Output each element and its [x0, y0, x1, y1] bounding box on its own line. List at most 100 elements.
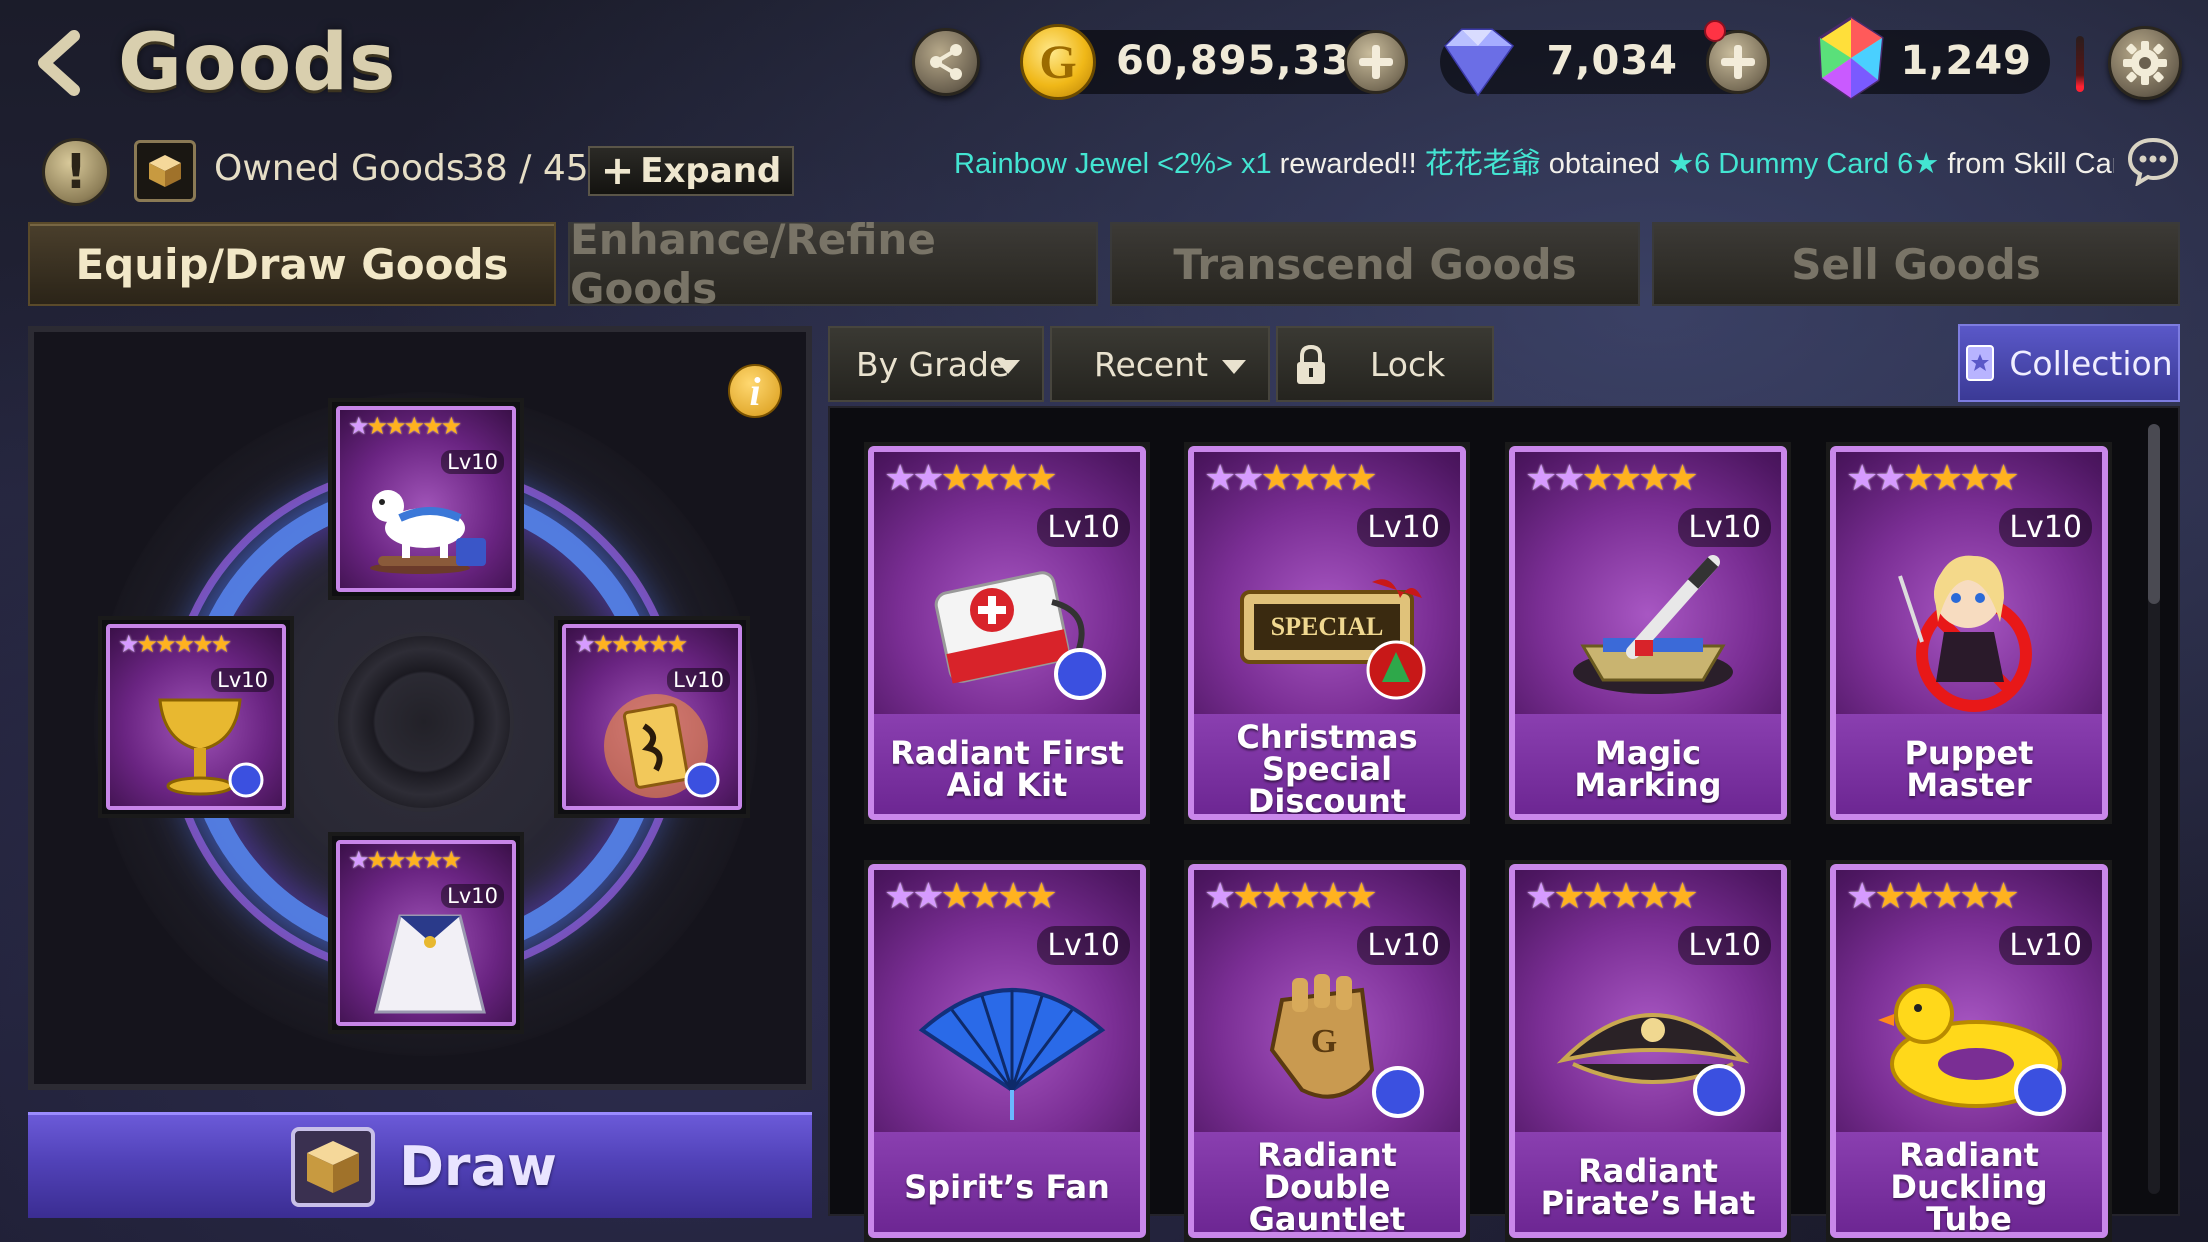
rainbow-jewel-icon — [1818, 16, 1884, 100]
settings-button[interactable] — [2108, 26, 2182, 100]
plus-icon: + — [600, 148, 635, 194]
draw-button[interactable]: Draw — [28, 1112, 812, 1218]
lock-button[interactable]: Lock — [1276, 326, 1494, 402]
ticker-reward: Rainbow Jewel <2%> x1 — [954, 148, 1272, 180]
lock-label: Lock — [1370, 344, 1446, 384]
rainbow-jewel-currency: 1,249 — [1818, 16, 2050, 100]
special-ticket-icon: SPECIAL — [1240, 579, 1426, 700]
star-rating: ★★★★★★ — [574, 630, 688, 658]
pirate-hat-icon — [1556, 1013, 1750, 1116]
star-rating: ★★★★★★ — [1204, 458, 1378, 499]
goods-name: Magic Marking — [1515, 714, 1781, 814]
gauntlet-icon: G — [1269, 974, 1424, 1118]
grade-filter-dropdown[interactable]: By Grade — [828, 326, 1044, 402]
gold-amount: 60,895,332 — [1116, 38, 1380, 84]
add-gold-button[interactable] — [1344, 30, 1408, 94]
goods-card[interactable]: ★★★★★★ Lv10 Puppet Master — [1826, 442, 2112, 824]
star-rating: ★★★★★★ — [1846, 876, 2020, 917]
equip-slot-top[interactable]: ★★★★★★ Lv10 — [328, 398, 524, 600]
chat-bubble-icon[interactable] — [2126, 136, 2180, 186]
tab-enhance-refine-goods[interactable]: Enhance/Refine Goods — [568, 215, 1098, 313]
recent-sort-label: Recent — [1094, 344, 1209, 384]
goods-name: Radiant Duckling Tube — [1836, 1132, 2102, 1232]
puppet-doll-icon — [1898, 555, 2032, 712]
talisman-scroll-icon — [604, 694, 720, 798]
recent-sort-dropdown[interactable]: Recent — [1050, 326, 1270, 402]
tab-transcend-goods[interactable]: Transcend Goods — [1110, 222, 1640, 306]
notification-dot — [1704, 20, 1726, 42]
share-button[interactable] — [912, 28, 980, 96]
equipped-goods-panel: i ★★★★★★ Lv10 ★★★★★★ Lv10 ★★★★★★ Lv10 ★★… — [28, 326, 812, 1090]
star-rating: ★★★★★★ — [118, 630, 232, 658]
ticker-text: obtained — [1540, 148, 1669, 180]
rainbow-jewel-amount: 1,249 — [1900, 38, 2032, 84]
goods-name: Radiant Double Gauntlet — [1194, 1132, 1460, 1232]
info-button[interactable]: i — [728, 364, 782, 418]
goods-name: Puppet Master — [1836, 714, 2102, 814]
expand-label: Expand — [640, 151, 782, 191]
gold-currency: G 60,895,332 — [1020, 24, 1408, 100]
goods-name: Christmas Special Discount — [1194, 714, 1460, 814]
share-icon — [930, 44, 962, 80]
collection-book-icon — [1966, 345, 1995, 381]
lock-icon — [1297, 344, 1325, 384]
ticker-player: 花花老爺 — [1424, 148, 1541, 180]
gem-currency: 7,034 — [1440, 20, 1770, 97]
goods-card[interactable]: ★★★★★★ Lv10 SPECIAL Christmas Special Di… — [1184, 442, 1470, 824]
tab-equip-draw-goods[interactable]: Equip/Draw Goods — [28, 222, 556, 306]
collection-label: Collection — [2009, 343, 2173, 383]
alert-indicator — [2076, 36, 2084, 92]
star-rating: ★★★★★★ — [1525, 458, 1699, 499]
owned-goods-label: Owned Goods — [214, 148, 465, 189]
announcement-ticker: Rainbow Jewel <2%> x1 rewarded!! 花花老爺 ob… — [954, 140, 2114, 182]
grade-filter-label: By Grade — [856, 344, 1010, 384]
scroll-thumb[interactable] — [2148, 424, 2160, 604]
white-cape-icon — [374, 914, 486, 1014]
page-title: Goods — [118, 18, 397, 108]
star-rating: ★★★★★★ — [884, 876, 1058, 917]
goods-card[interactable]: ★★★★★★ Lv10 Magic Marking — [1505, 442, 1791, 824]
expand-button[interactable]: + Expand — [588, 146, 794, 196]
magic-ring-marker-icon — [1573, 555, 1733, 694]
svg-text:G: G — [1311, 1023, 1337, 1060]
star-rating: ★★★★★★ — [1525, 876, 1699, 917]
goods-card[interactable]: ★★★★★★ Lv10 Spirit’s Fan — [864, 860, 1150, 1242]
ticker-text: from Skill Card Event — [1947, 148, 2114, 180]
gear-icon — [2123, 41, 2167, 85]
goods-name: Radiant First Aid Kit — [874, 714, 1140, 814]
chevron-down-icon — [1222, 360, 1246, 374]
goods-card[interactable]: ★★★★★★ Lv10 Radiant Duckling Tube — [1826, 860, 2112, 1242]
notice-button[interactable]: ! — [42, 138, 110, 206]
goods-name: Radiant Pirate’s Hat — [1515, 1132, 1781, 1232]
back-arrow-icon[interactable] — [30, 28, 90, 98]
tab-sell-goods[interactable]: Sell Goods — [1652, 222, 2180, 306]
star-rating: ★★★★★★ — [348, 846, 462, 874]
gold-coin-icon: G — [1020, 24, 1096, 100]
ticker-card: ★6 Dummy Card 6★ — [1668, 148, 1940, 180]
goods-card[interactable]: ★★★★★★ Lv10 G Radiant Double Gauntlet — [1184, 860, 1470, 1242]
goods-box-icon — [291, 1126, 376, 1207]
svg-text:SPECIAL: SPECIAL — [1271, 612, 1384, 641]
top-bar: Goods G 60,895,332 7,034 1,249 — [0, 0, 2208, 130]
diamond-gem-icon — [1444, 28, 1515, 97]
rocking-horse-icon — [370, 490, 486, 574]
equip-slot-right[interactable]: ★★★★★★ Lv10 — [554, 616, 750, 818]
duckling-tube-icon — [1878, 984, 2066, 1116]
equip-slot-left[interactable]: ★★★★★★ Lv10 — [98, 616, 294, 818]
equip-slot-bottom[interactable]: ★★★★★★ Lv10 — [328, 832, 524, 1034]
goods-card[interactable]: ★★★★★★ Lv10 Radiant Pirate’s Hat — [1505, 860, 1791, 1242]
goods-card[interactable]: ★★★★★★ Lv10 Radiant First Aid Kit — [864, 442, 1150, 824]
gem-amount: 7,034 — [1546, 38, 1678, 84]
collection-button[interactable]: Collection — [1958, 324, 2180, 402]
first-aid-kit-icon — [934, 571, 1106, 700]
star-rating: ★★★★★★ — [1204, 876, 1378, 917]
goods-name: Spirit’s Fan — [874, 1132, 1140, 1232]
folding-fan-icon — [918, 988, 1106, 1120]
golden-chalice-icon — [158, 698, 264, 798]
center-hub — [334, 632, 514, 812]
star-rating: ★★★★★★ — [348, 412, 462, 440]
owned-goods-count: 38 / 45 — [462, 148, 589, 189]
draw-label: Draw — [399, 1135, 557, 1198]
goods-scrollbar[interactable] — [2148, 424, 2160, 1194]
star-rating: ★★★★★★ — [884, 458, 1058, 499]
